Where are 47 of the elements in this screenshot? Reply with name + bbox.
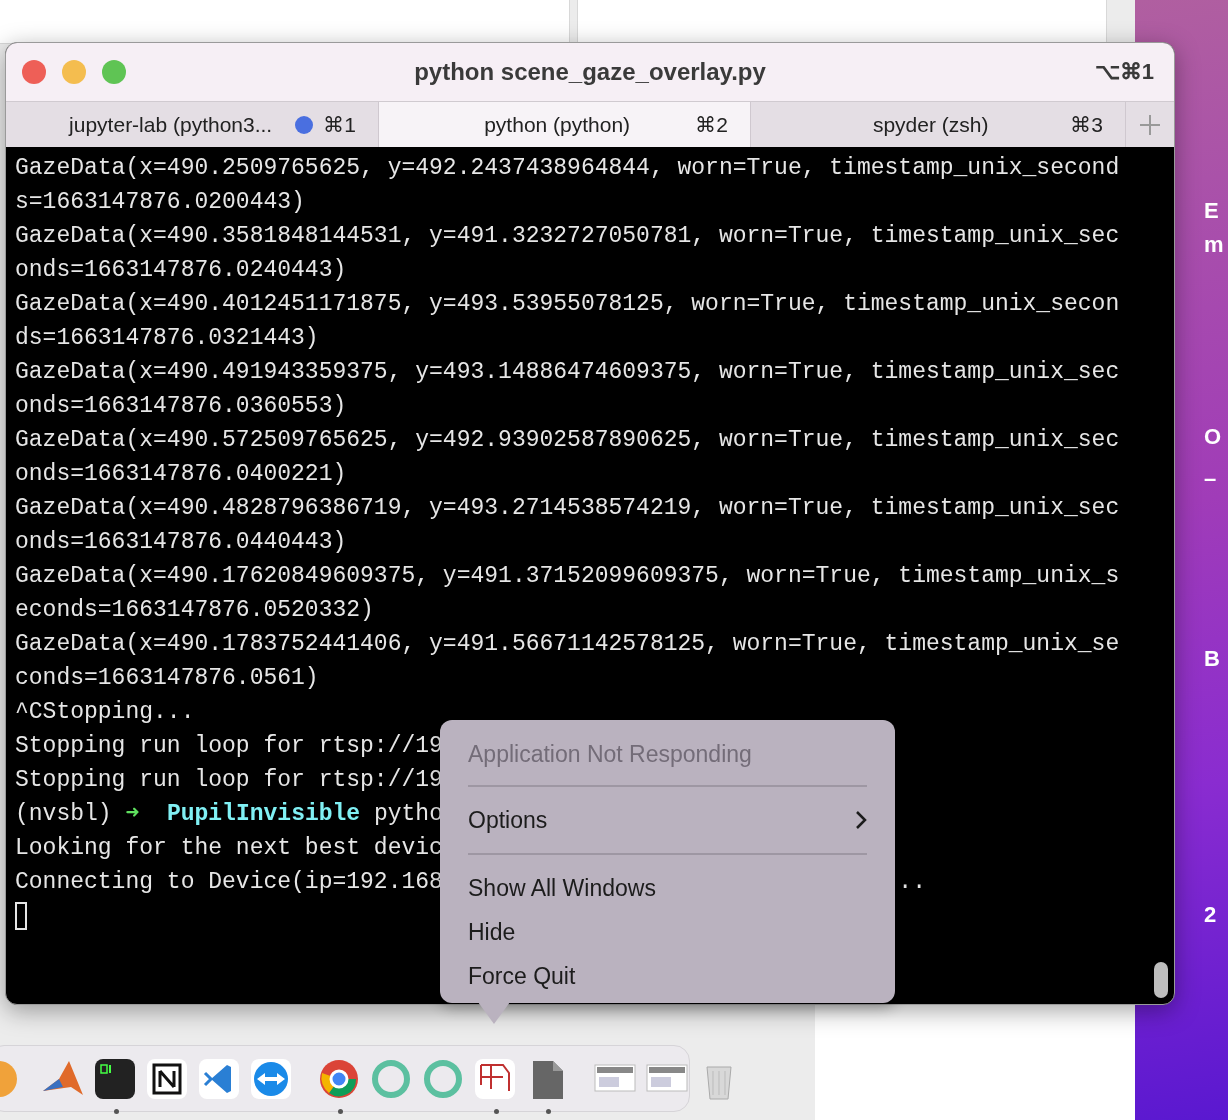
scrollbar-thumb[interactable] <box>1154 962 1168 998</box>
terminal-line: conds=1663147876.0561) <box>15 664 319 693</box>
text-cursor <box>15 902 27 930</box>
menu-item[interactable]: Show All Windows <box>468 866 867 910</box>
terminal-prompt: (nvsbl) ➜ PupilInvisible pytho <box>15 800 443 829</box>
terminal-line: GazeData(x=490.491943359375, y=493.14886474609375, worn=True, timestamp_unix_sec <box>15 358 1120 387</box>
desktop-label: – <box>1204 466 1217 492</box>
terminal-line: s=1663147876.0200443) <box>15 188 305 217</box>
terminal-line: GazeData(x=490.572509765625, y=492.93902587890625, worn=True, timestamp_unix_sec <box>15 426 1120 455</box>
terminal-line: GazeData(x=490.2509765625, y=492.2437438964844, worn=True, timestamp_unix_second <box>15 154 1120 183</box>
desktop-label: O <box>1204 424 1222 450</box>
grid-icon[interactable] <box>473 1056 517 1101</box>
terminal-line: ^CStopping... <box>15 698 195 727</box>
desktop-label: B <box>1204 646 1220 672</box>
window-shortcut: ⌥⌘1 <box>1094 59 1154 85</box>
menu-header: Application Not Responding <box>468 739 753 769</box>
menu-item[interactable]: Options <box>468 798 867 842</box>
menu-item[interactable]: Hide <box>468 910 867 954</box>
terminal-line: econds=1663147876.0520332) <box>15 596 374 625</box>
window-title: python scene_gaze_overlay.py <box>414 58 766 86</box>
chevron-right-icon <box>855 810 867 830</box>
terminal-line: Looking for the next best devic <box>15 834 443 863</box>
terminal-line: GazeData(x=490.1783752441406, y=491.56671142578125, worn=True, timestamp_unix_se <box>15 630 1120 659</box>
tab[interactable]: python (python) ⌘2 <box>379 102 751 147</box>
terminal-line: GazeData(x=490.3581848144531, y=491.3232727050781, worn=True, timestamp_unix_sec <box>15 222 1120 251</box>
menu-item[interactable]: Force Quit <box>468 954 867 998</box>
desktop-label: E <box>1204 198 1219 224</box>
terminal-line: Stopping run loop for rtsp://19 <box>15 766 443 795</box>
terminal-line: Connecting to Device(ip=192.168 <box>15 869 443 895</box>
close-button[interactable] <box>22 60 46 84</box>
desktop-label: m <box>1204 232 1224 258</box>
terminal-line: onds=1663147876.0440443) <box>15 528 347 557</box>
code-editor-icon[interactable] <box>197 1056 241 1101</box>
terminal-line: GazeData(x=490.4828796386719, y=493.2714538574219, worn=True, timestamp_unix_sec <box>15 494 1120 523</box>
terminal-line: Stopping run loop for rtsp://19 <box>15 732 443 761</box>
notebook-icon[interactable] <box>145 1056 189 1101</box>
plus-icon[interactable] <box>1139 113 1161 136</box>
desktop-label: 2 <box>1204 902 1217 928</box>
terminal-line: onds=1663147876.0240443) <box>15 256 347 285</box>
terminal-text: .. <box>898 868 926 897</box>
terminal-line: GazeData(x=490.17620849609375, y=491.37152099609375, worn=True, timestamp_unix_s <box>15 562 1120 591</box>
terminal-line: onds=1663147876.0400221) <box>15 460 347 489</box>
terminal-line: GazeData(x=490.4012451171875, y=493.53955078125, worn=True, timestamp_unix_secon <box>15 290 1120 319</box>
maximize-button[interactable] <box>102 60 126 84</box>
terminal-line: onds=1663147876.0360553) <box>15 392 347 421</box>
terminal-line: ds=1663147876.0321443) <box>15 324 319 353</box>
terminal-icon[interactable] <box>93 1056 137 1101</box>
